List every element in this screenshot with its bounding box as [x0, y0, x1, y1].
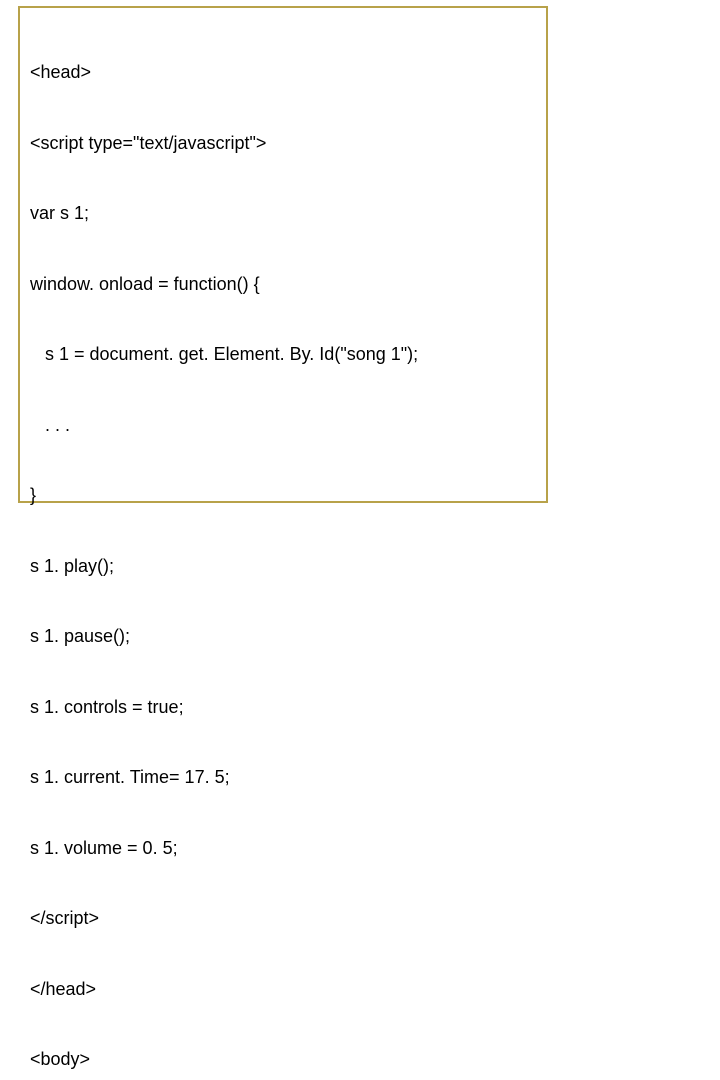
code-listing: <head> <script type="text/javascript"> v… — [30, 14, 536, 1080]
code-line: s 1. current. Time= 17. 5; — [30, 766, 536, 790]
code-line: window. onload = function() { — [30, 273, 536, 297]
code-line: <script type="text/javascript"> — [30, 132, 536, 156]
code-line: } — [30, 484, 536, 508]
code-line: </head> — [30, 978, 536, 1002]
code-line: s 1 = document. get. Element. By. Id("so… — [30, 343, 536, 367]
code-frame: <head> <script type="text/javascript"> v… — [18, 6, 548, 503]
code-line: s 1. pause(); — [30, 625, 536, 649]
code-line: </script> — [30, 907, 536, 931]
code-line: . . . — [30, 414, 536, 438]
code-line: s 1. play(); — [30, 555, 536, 579]
code-line: s 1. controls = true; — [30, 696, 536, 720]
code-line: <head> — [30, 61, 536, 85]
code-line: s 1. volume = 0. 5; — [30, 837, 536, 861]
code-line: <body> — [30, 1048, 536, 1072]
code-line: var s 1; — [30, 202, 536, 226]
